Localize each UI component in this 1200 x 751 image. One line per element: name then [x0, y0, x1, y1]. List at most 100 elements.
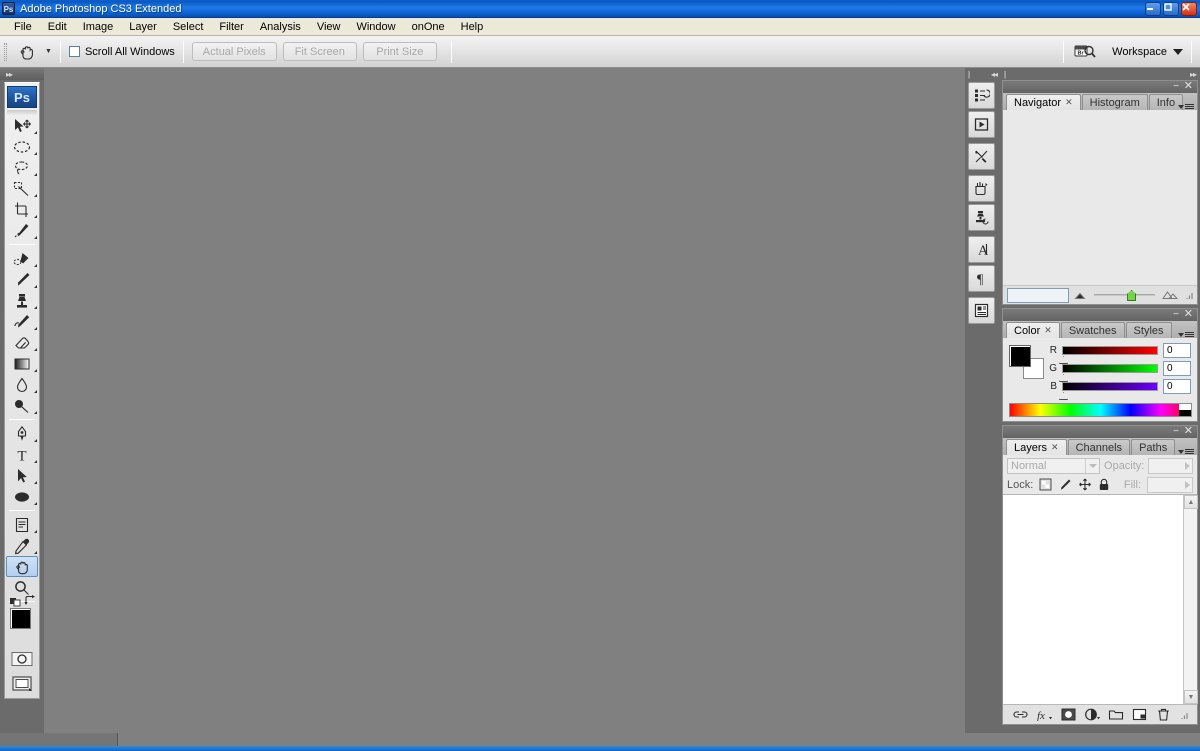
swap-colors-icon[interactable]: [24, 595, 36, 606]
lock-transparent-pixels-icon[interactable]: [1039, 478, 1052, 491]
lock-position-icon[interactable]: [1078, 478, 1092, 491]
flyout-triangle-icon[interactable]: [34, 303, 37, 309]
layer-style-fx-icon[interactable]: fx: [1036, 707, 1054, 723]
navigator-panel-titlebar[interactable]: − ✕: [1003, 80, 1197, 93]
tab-paths[interactable]: Paths: [1131, 439, 1176, 455]
tool-gradient[interactable]: [5, 353, 39, 374]
green-value-input[interactable]: 0: [1163, 361, 1191, 376]
red-value-input[interactable]: 0: [1163, 343, 1191, 358]
character-panel-icon[interactable]: A: [968, 236, 995, 263]
flyout-triangle-icon[interactable]: [34, 436, 37, 442]
flyout-triangle-icon[interactable]: [34, 170, 37, 176]
layers-panel-menu-icon[interactable]: [1178, 449, 1194, 454]
menu-layer[interactable]: Layer: [121, 20, 165, 34]
tool-brush[interactable]: [5, 269, 39, 290]
flyout-triangle-icon[interactable]: [34, 261, 37, 267]
tool-presets-panel-icon[interactable]: [968, 143, 995, 170]
tool-notes[interactable]: [5, 514, 39, 535]
tool-eraser[interactable]: [5, 332, 39, 353]
blue-slider-thumb[interactable]: [1059, 392, 1068, 400]
panel-dock-header[interactable]: ||| ▸▸: [1000, 68, 1200, 80]
navigator-zoom-input[interactable]: [1007, 287, 1069, 303]
tool-elliptical-marquee[interactable]: [5, 136, 39, 157]
flyout-triangle-icon[interactable]: [34, 457, 37, 463]
clone-source-panel-icon[interactable]: [968, 204, 995, 231]
paragraph-panel-icon[interactable]: ¶: [968, 265, 995, 292]
flyout-triangle-icon[interactable]: [34, 478, 37, 484]
scroll-down-icon[interactable]: ▼: [1184, 690, 1198, 704]
navigator-zoom-slider[interactable]: [1092, 288, 1157, 302]
color-panel-menu-icon[interactable]: [1178, 332, 1194, 337]
menu-file[interactable]: File: [6, 20, 40, 34]
history-panel-icon[interactable]: [968, 82, 995, 109]
document-canvas-area[interactable]: [44, 68, 965, 733]
menu-window[interactable]: Window: [348, 20, 403, 34]
options-bar-grip[interactable]: [0, 36, 10, 68]
windows-taskbar[interactable]: [0, 746, 1200, 751]
menu-image[interactable]: Image: [75, 20, 122, 34]
scroll-all-windows-checkbox[interactable]: [68, 46, 80, 57]
spectrum-black-white-swatch[interactable]: [1179, 404, 1191, 416]
tool-hand[interactable]: [6, 556, 38, 577]
red-slider-track[interactable]: [1059, 346, 1158, 364]
navigator-panel-menu-icon[interactable]: [1178, 104, 1194, 109]
maximize-button[interactable]: [1163, 1, 1179, 16]
foreground-color-swatch[interactable]: [10, 608, 31, 629]
minimize-button[interactable]: [1145, 1, 1161, 16]
toolbox-expand-icon[interactable]: ▸▸: [6, 70, 13, 79]
tool-path-selection[interactable]: [5, 465, 39, 486]
menu-edit[interactable]: Edit: [40, 20, 75, 34]
flyout-triangle-icon[interactable]: [34, 149, 37, 155]
new-adjustment-layer-icon[interactable]: [1083, 707, 1101, 723]
layers-close-icon[interactable]: ✕: [1184, 425, 1193, 437]
dock-collapse-icon[interactable]: ◂◂: [991, 70, 998, 79]
tool-healing-brush[interactable]: [5, 248, 39, 269]
tab-color-close-icon[interactable]: ✕: [1044, 325, 1052, 336]
tool-crop[interactable]: [5, 199, 39, 220]
flyout-triangle-icon[interactable]: [34, 548, 37, 554]
flyout-triangle-icon[interactable]: [34, 387, 37, 393]
tab-swatches[interactable]: Swatches: [1060, 322, 1125, 338]
layers-list[interactable]: ▲ ▼: [1003, 494, 1198, 704]
new-layer-icon[interactable]: [1131, 707, 1149, 723]
tool-history-brush[interactable]: [5, 311, 39, 332]
flyout-triangle-icon[interactable]: [34, 191, 37, 197]
fit-screen-button[interactable]: Fit Screen: [282, 42, 357, 61]
color-panel-titlebar[interactable]: − ✕: [1003, 308, 1197, 321]
layers-panel-titlebar[interactable]: − ✕: [1003, 425, 1197, 438]
menu-view[interactable]: View: [309, 20, 349, 34]
flyout-triangle-icon[interactable]: [34, 128, 37, 134]
navigator-close-icon[interactable]: ✕: [1184, 80, 1193, 92]
delete-layer-icon[interactable]: [1154, 707, 1172, 723]
blend-mode-select[interactable]: Normal: [1007, 458, 1101, 474]
tool-lasso[interactable]: [5, 157, 39, 178]
menu-onone[interactable]: onOne: [404, 20, 453, 34]
panel-dock-expand-icon[interactable]: ▸▸: [1190, 70, 1197, 79]
navigator-minimize-icon[interactable]: −: [1173, 81, 1179, 92]
flyout-triangle-icon[interactable]: [34, 282, 37, 288]
menu-analysis[interactable]: Analysis: [252, 20, 309, 34]
flyout-triangle-icon[interactable]: [34, 324, 37, 330]
color-minimize-icon[interactable]: −: [1173, 309, 1179, 320]
flyout-triangle-icon[interactable]: [34, 527, 37, 533]
blue-value-input[interactable]: 0: [1163, 379, 1191, 394]
zoom-in-icon[interactable]: [1162, 290, 1178, 300]
add-layer-mask-icon[interactable]: [1059, 707, 1077, 723]
navigator-thumbnail-view[interactable]: [1003, 110, 1197, 285]
tab-color[interactable]: Color ✕: [1006, 322, 1060, 338]
lock-image-pixels-icon[interactable]: [1058, 478, 1072, 491]
workspace-chevron-down-icon[interactable]: [1173, 48, 1183, 55]
quick-mask-mode-icon[interactable]: [5, 648, 39, 670]
blue-slider-track[interactable]: [1059, 382, 1158, 400]
default-colors-icon[interactable]: [10, 596, 23, 607]
zoom-out-icon[interactable]: [1074, 290, 1087, 300]
tool-clone-stamp[interactable]: [5, 290, 39, 311]
zoom-slider-thumb[interactable]: [1127, 290, 1137, 301]
scroll-all-windows-option[interactable]: Scroll All Windows: [68, 46, 175, 58]
tool-magic-wand[interactable]: [5, 178, 39, 199]
color-close-icon[interactable]: ✕: [1184, 308, 1193, 320]
tool-move[interactable]: [5, 115, 39, 136]
tab-navigator-close-icon[interactable]: ✕: [1065, 97, 1073, 108]
opacity-stepper-icon[interactable]: [1185, 462, 1190, 470]
scroll-up-icon[interactable]: ▲: [1184, 495, 1198, 509]
